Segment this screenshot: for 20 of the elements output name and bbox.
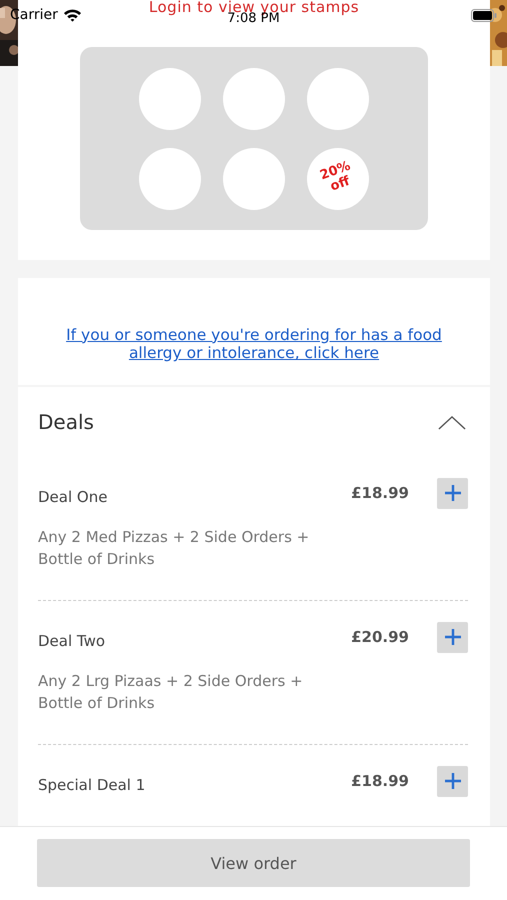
wifi-icon: [62, 8, 82, 22]
deal-price: £18.99: [351, 772, 409, 790]
deal-name: Special Deal 1: [38, 776, 146, 794]
plus-icon: [444, 485, 460, 501]
chevron-icon[interactable]: [438, 414, 466, 430]
deal-name: Deal Two: [38, 632, 106, 650]
plus-icon: [444, 773, 460, 789]
deal-name: Deal One: [38, 488, 108, 506]
add-button[interactable]: [437, 478, 468, 508]
view-order-button[interactable]: View order: [37, 839, 470, 887]
deal-description: Any 2 Med Pizzas + 2 Side Orders + Bottle of Drinks: [38, 527, 310, 570]
add-button[interactable]: [437, 766, 468, 796]
deal-price: £20.99: [351, 628, 409, 646]
add-button[interactable]: [437, 622, 468, 652]
section-title: Deals: [38, 410, 94, 434]
plus-icon: [444, 629, 460, 645]
deal-description: Any 2 Lrg Pizaas + 2 Side Orders + Bottle of Drinks: [38, 671, 304, 714]
battery-icon: [471, 8, 497, 22]
deal-price: £18.99: [351, 484, 409, 502]
reward-stamp: 20% off: [307, 148, 369, 210]
